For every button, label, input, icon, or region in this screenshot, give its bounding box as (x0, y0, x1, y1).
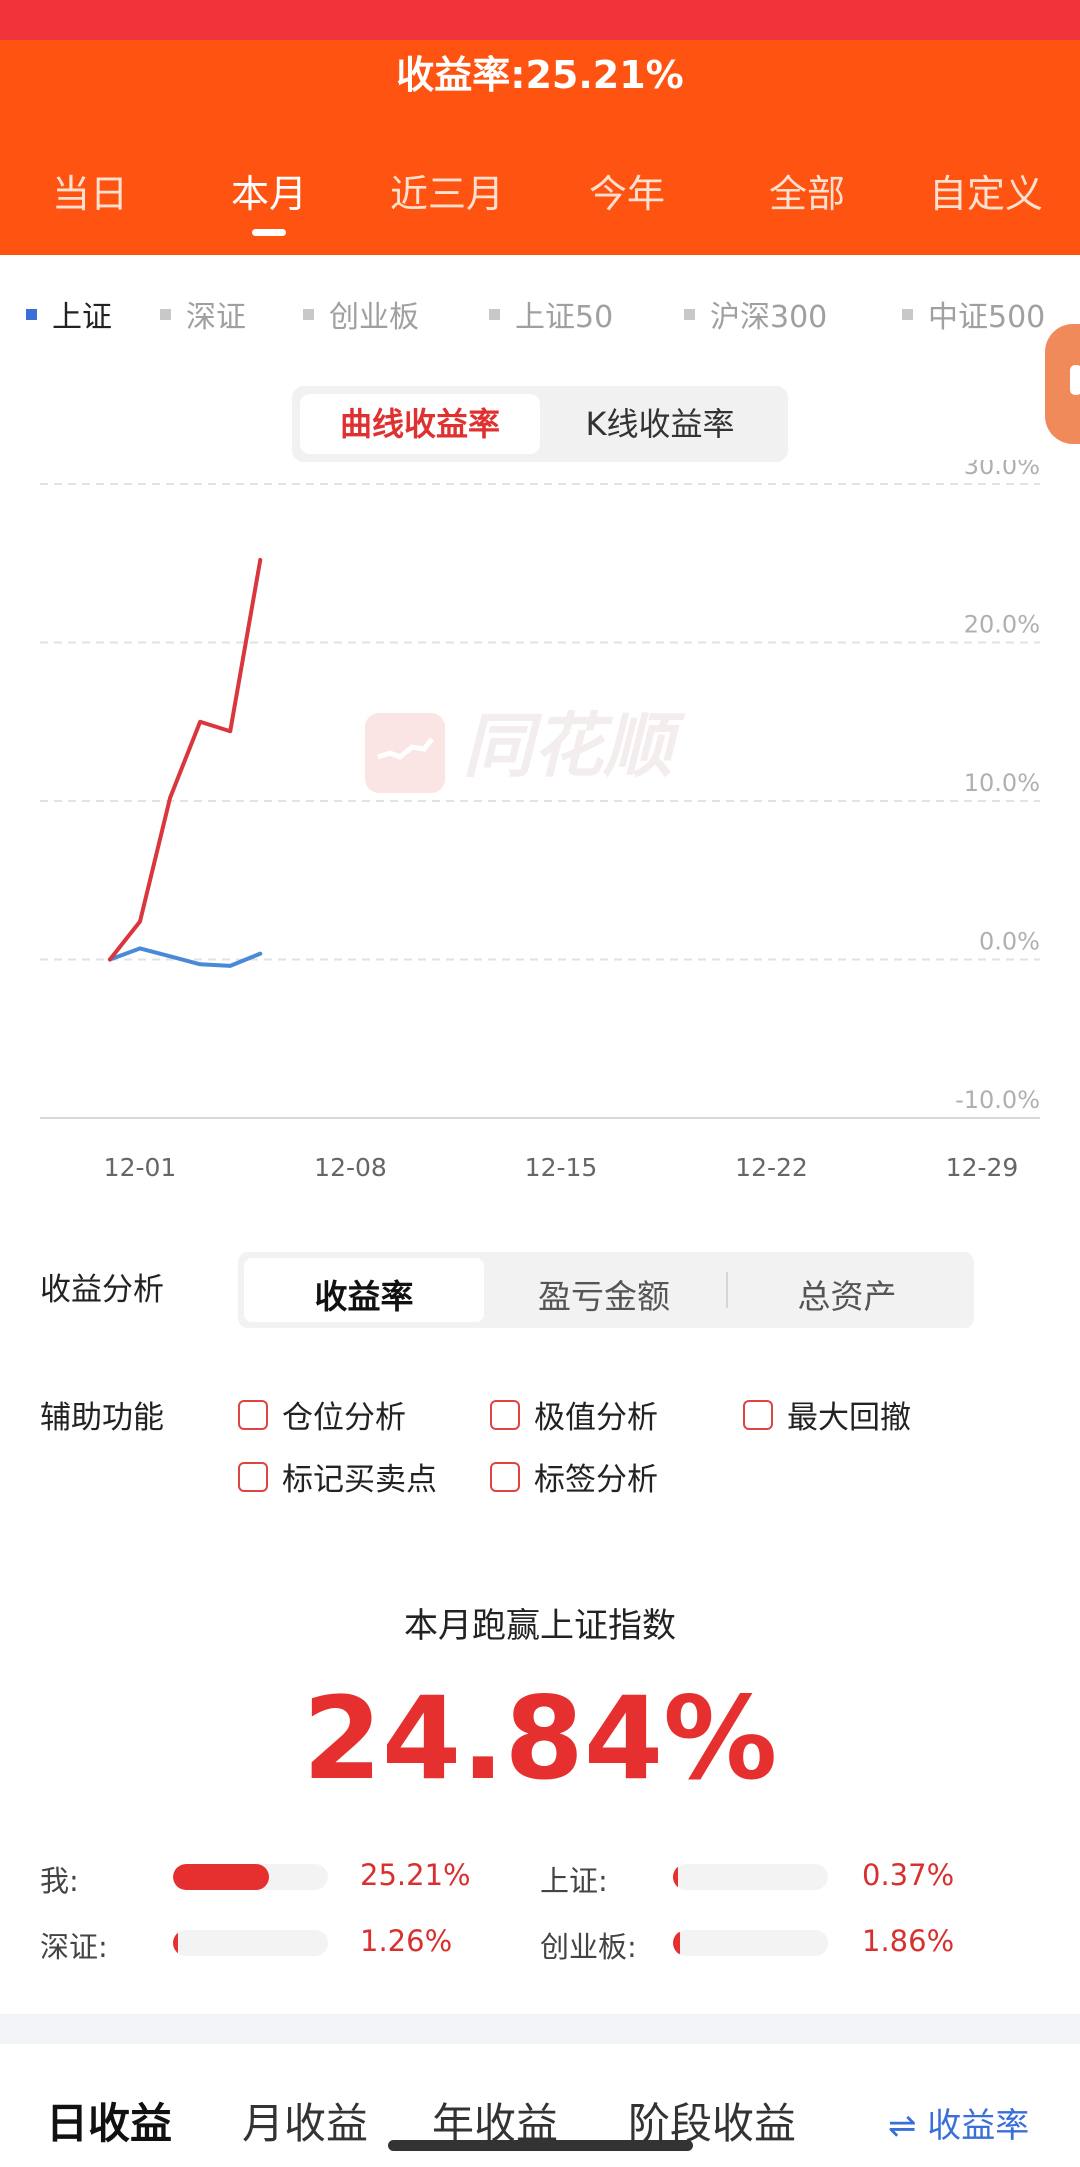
index-csi300[interactable]: 沪深300 (684, 292, 827, 336)
compare-value-me: 25.21% (360, 1858, 471, 1892)
curve-return-button[interactable]: 曲线收益率 (300, 394, 540, 454)
status-bar (0, 0, 1080, 40)
watermark-text: 同花顺 (463, 705, 686, 787)
y-tick-label: 0.0% (979, 928, 1040, 956)
index-shenzhen[interactable]: 深证 (160, 292, 246, 336)
compare-name-me: 我: (40, 1864, 79, 1898)
legend-marker (26, 308, 37, 320)
tab-custom[interactable]: 自定义 (896, 163, 1076, 218)
x-tick-label: 12-29 (946, 1153, 1019, 1182)
tab-all[interactable]: 全部 (717, 163, 897, 218)
tab-monthly-return[interactable]: 月收益 (242, 2090, 368, 2151)
return-rate-title: 收益率:25.21% (396, 53, 684, 97)
segment-total-assets[interactable]: 总资产 (727, 1270, 967, 1318)
checkbox-extreme-analysis[interactable]: 极值分析 (490, 1392, 658, 1437)
compare-value-shanghai: 0.37% (862, 1858, 955, 1892)
segment-profit-loss[interactable]: 盈亏金额 (484, 1270, 724, 1318)
tab-daily-return[interactable]: 日收益 (46, 2090, 172, 2151)
return-chart[interactable]: 同花顺 30.0% 20.0% 10.0% 0.0% -10.0% 12-01 12-08… (0, 460, 1080, 1200)
analysis-label: 收益分析 (40, 1272, 164, 1308)
compare-value-chinext: 1.86% (862, 1924, 955, 1958)
checkbox-max-drawdown[interactable]: 最大回撤 (743, 1392, 911, 1437)
compare-name-shanghai: 上证: (540, 1864, 608, 1898)
x-tick-label: 12-01 (104, 1153, 177, 1182)
side-button-icon (1070, 365, 1080, 395)
legend-marker (160, 308, 171, 320)
compare-name-shenzhen: 深证: (40, 1930, 108, 1964)
rate-toggle-button[interactable]: ⇌ 收益率 (888, 2098, 1029, 2147)
x-tick-label: 12-08 (314, 1153, 387, 1182)
y-tick-label: 20.0% (964, 611, 1040, 639)
watermark: 同花顺 (365, 705, 686, 793)
checkbox-icon (238, 1461, 268, 1492)
checkbox-icon (743, 1399, 773, 1430)
compare-bar-shanghai (673, 1864, 828, 1890)
legend-marker (684, 308, 695, 320)
beat-index-title: 本月跑赢上证指数 (404, 1606, 676, 1646)
series-line (107, 946, 263, 968)
compare-bar-chinext (673, 1930, 828, 1956)
checkbox-icon (238, 1399, 268, 1430)
checkbox-icon (490, 1461, 520, 1492)
series-line (107, 557, 263, 962)
tab-this-month[interactable]: 本月 (179, 163, 359, 218)
compare-bar-fill (673, 1930, 681, 1956)
compare-bar-shenzhen (173, 1930, 328, 1956)
section-gap (0, 2014, 1080, 2044)
index-sse50[interactable]: 上证50 (489, 292, 613, 336)
tab-this-year[interactable]: 今年 (537, 163, 717, 218)
compare-bar-fill (673, 1864, 678, 1890)
compare-name-chinext: 创业板: (540, 1930, 637, 1964)
legend-marker (489, 308, 500, 320)
tab-three-months[interactable]: 近三月 (357, 163, 537, 218)
compare-bar-fill (173, 1864, 270, 1890)
legend-marker (303, 308, 314, 320)
legend-marker (902, 308, 913, 320)
compare-bar-me (173, 1864, 328, 1890)
checkbox-mark-trades[interactable]: 标记买卖点 (238, 1454, 437, 1499)
kline-return-button[interactable]: K线收益率 (540, 394, 780, 454)
y-tick-label: 10.0% (964, 769, 1040, 797)
index-csi500[interactable]: 中证500 (902, 292, 1045, 336)
checkbox-tag-analysis[interactable]: 标签分析 (490, 1454, 658, 1499)
index-chinext[interactable]: 创业板 (303, 292, 419, 336)
aux-label: 辅助功能 (40, 1400, 164, 1436)
active-tab-indicator (252, 229, 286, 236)
checkbox-position-analysis[interactable]: 仓位分析 (238, 1392, 406, 1437)
tab-today[interactable]: 当日 (0, 163, 180, 218)
y-tick-label: 30.0% (964, 460, 1040, 480)
x-tick-label: 12-15 (525, 1153, 598, 1182)
beat-index-value: 24.84% (302, 1672, 778, 1805)
y-tick-label: -10.0% (955, 1086, 1040, 1114)
home-indicator (388, 2140, 693, 2151)
compare-bar-fill (173, 1930, 178, 1956)
segment-return-rate[interactable]: 收益率 (244, 1270, 484, 1318)
index-shanghai[interactable]: 上证 (26, 292, 112, 336)
x-tick-label: 12-22 (735, 1153, 808, 1182)
compare-value-shenzhen: 1.26% (360, 1924, 453, 1958)
checkbox-icon (490, 1399, 520, 1430)
